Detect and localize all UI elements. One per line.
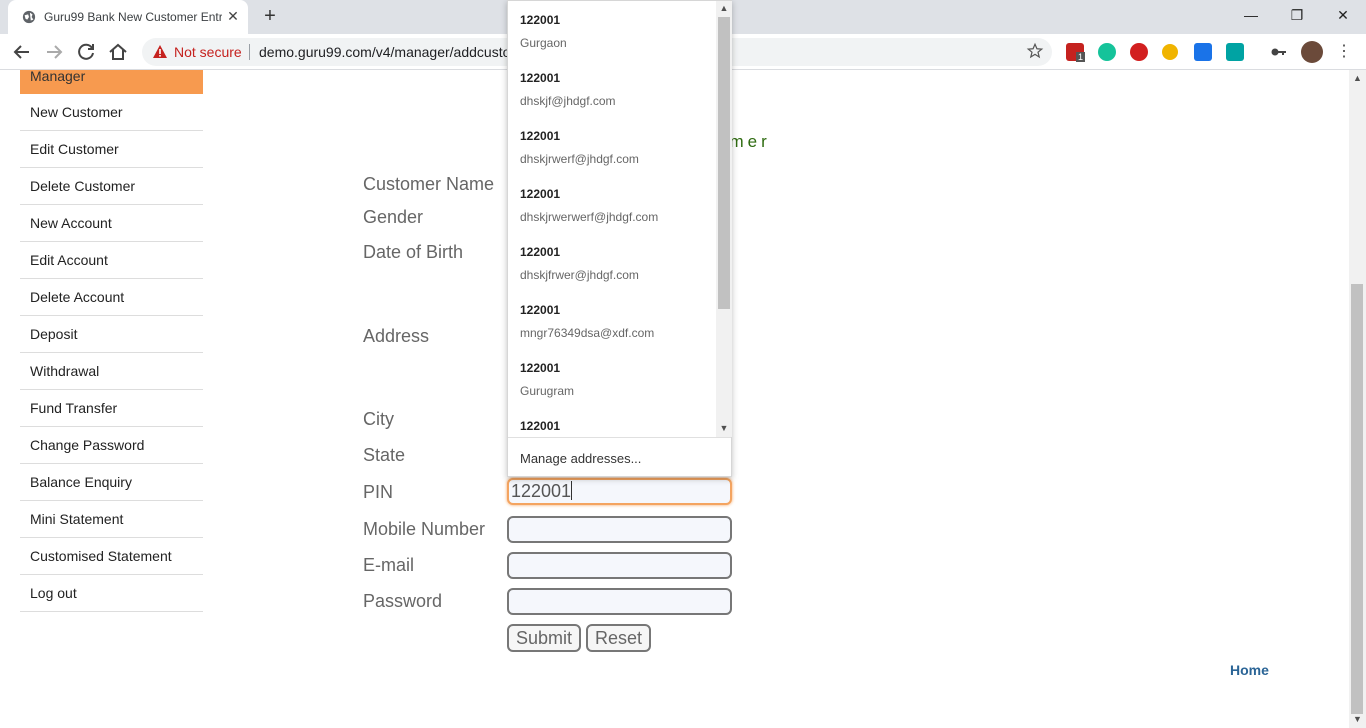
autofill-list: 122001 Gurgaon 122001 dhskjf@jhdgf.com 1… [508,1,716,437]
globe-icon [22,10,36,24]
password-input[interactable] [507,588,732,615]
email-input[interactable] [507,552,732,579]
page-scrollbar[interactable]: ▲ ▼ [1349,70,1366,728]
autofill-scrollbar[interactable]: ▲ ▼ [716,1,732,437]
mobile-label: Mobile Number [363,519,486,539]
sidebar-item-customised-statement[interactable]: Customised Statement [20,538,203,575]
password-label: Password [363,591,443,611]
autofill-item-detail: dhskjrwerf@jhdgf.com [520,152,639,166]
autofill-item[interactable]: 122001 dhskjrwerf@jhdgf.com [508,117,716,175]
city-label: City [363,409,394,429]
autofill-item[interactable]: 122001 dhskjf@jhdgf.com [508,59,716,117]
window-close-icon[interactable]: ✕ [1320,0,1366,30]
warning-icon [153,45,167,58]
sidebar-item-new-customer[interactable]: New Customer [20,94,203,131]
restore-icon[interactable]: ❐ [1274,0,1320,30]
autofill-item[interactable]: 122001 [508,407,716,437]
back-arrow-icon[interactable] [10,40,34,64]
autofill-item-detail: dhskjfrwer@jhdgf.com [520,268,639,282]
browser-tab[interactable]: Guru99 Bank New Customer Entry Page ✕ [8,0,248,34]
sidebar-item-log-out[interactable]: Log out [20,575,203,612]
forward-arrow-icon[interactable] [42,40,66,64]
dob-label: Date of Birth [363,242,464,262]
sidebar-item-fund-transfer[interactable]: Fund Transfer [20,390,203,427]
scroll-up-icon[interactable]: ▲ [1349,70,1366,87]
sidebar-header[interactable]: Manager [20,70,203,94]
autofill-item-value: 122001 [520,419,561,433]
sidebar-item-mini-statement[interactable]: Mini Statement [20,501,203,538]
sidebar-item-edit-customer[interactable]: Edit Customer [20,131,203,168]
home-link[interactable]: Home [1230,662,1269,678]
grammarly-icon[interactable] [1098,43,1116,61]
autofill-item[interactable]: 122001 Gurgaon [508,1,716,59]
sidebar-item-delete-customer[interactable]: Delete Customer [20,168,203,205]
autofill-item-detail: dhskjf@jhdgf.com [520,94,616,108]
autofill-item-detail: mngr76349dsa@xdf.com [520,326,655,340]
menu-kebab-icon[interactable]: ⋮ [1336,43,1352,61]
teal-extension-icon[interactable] [1226,43,1244,61]
scroll-thumb[interactable] [1351,284,1363,714]
reload-icon[interactable] [74,40,98,64]
submit-button[interactable]: Submit [507,624,581,652]
gender-label: Gender [363,207,424,227]
customer-name-label: Customer Name [363,174,495,194]
autofill-item-value: 122001 [520,361,561,375]
email-label: E-mail [363,555,415,575]
sidebar-item-new-account[interactable]: New Account [20,205,203,242]
sidebar-item-change-password[interactable]: Change Password [20,427,203,464]
not-secure-label[interactable]: Not secure [174,44,242,60]
autofill-item[interactable]: 122001 dhskjrwerwerf@jhdgf.com [508,175,716,233]
autofill-dropdown: 122001 Gurgaon 122001 dhskjf@jhdgf.com 1… [507,0,732,477]
state-label: State [363,445,406,465]
new-tab-icon[interactable]: + [258,5,282,29]
key-icon[interactable] [1270,43,1288,61]
autofill-item-value: 122001 [520,303,561,317]
profile-avatar[interactable] [1301,41,1323,63]
autofill-scroll-up-icon[interactable]: ▲ [716,1,732,15]
autofill-item-value: 122001 [520,129,561,143]
autofill-item-detail: Gurgaon [520,36,567,50]
tab-close-icon[interactable]: ✕ [226,9,240,23]
autofill-item[interactable]: 122001 dhskjfrwer@jhdgf.com [508,233,716,291]
tab-title: Guru99 Bank New Customer Entry Page [44,10,222,24]
mobile-input[interactable] [507,516,732,543]
autofill-item-value: 122001 [520,187,561,201]
speed-icon[interactable] [1162,44,1178,60]
scroll-down-icon[interactable]: ▼ [1349,711,1366,728]
pin-label: PIN [363,482,394,502]
address-label: Address [363,326,430,346]
sidebar-menu: Manager New Customer Edit Customer Delet… [20,70,203,612]
sidebar-item-balance-enquiry[interactable]: Balance Enquiry [20,464,203,501]
stop-hand-icon[interactable] [1130,43,1148,61]
autofill-scroll-thumb[interactable] [718,17,730,309]
sidebar-item-delete-account[interactable]: Delete Account [20,279,203,316]
sidebar-item-withdrawal[interactable]: Withdrawal [20,353,203,390]
autofill-item-value: 122001 [520,245,561,259]
autofill-item-value: 122001 [520,71,561,85]
omnibox-separator [249,44,250,60]
autofill-item-detail: dhskjrwerwerf@jhdgf.com [520,210,659,224]
sidebar-item-deposit[interactable]: Deposit [20,316,203,353]
bookmark-star-icon[interactable] [1026,42,1044,60]
adblock-icon[interactable]: 1 [1066,43,1086,62]
home-icon[interactable] [106,40,130,64]
sidebar-item-edit-account[interactable]: Edit Account [20,242,203,279]
minimize-icon[interactable]: — [1228,0,1274,30]
pin-input[interactable]: 122001 [507,478,732,505]
autofill-item-detail: Gurugram [520,384,575,398]
square-extension-icon[interactable] [1194,43,1212,61]
adblock-badge: 1 [1076,52,1086,62]
autofill-item[interactable]: 122001 Gurugram [508,349,716,407]
autofill-item-value: 122001 [520,13,561,27]
reset-button[interactable]: Reset [586,624,651,652]
pin-input-value: 122001 [511,481,573,501]
autofill-item[interactable]: 122001 mngr76349dsa@xdf.com [508,291,716,349]
manage-addresses-link[interactable]: Manage addresses... [508,437,731,477]
autofill-scroll-down-icon[interactable]: ▼ [716,421,732,435]
